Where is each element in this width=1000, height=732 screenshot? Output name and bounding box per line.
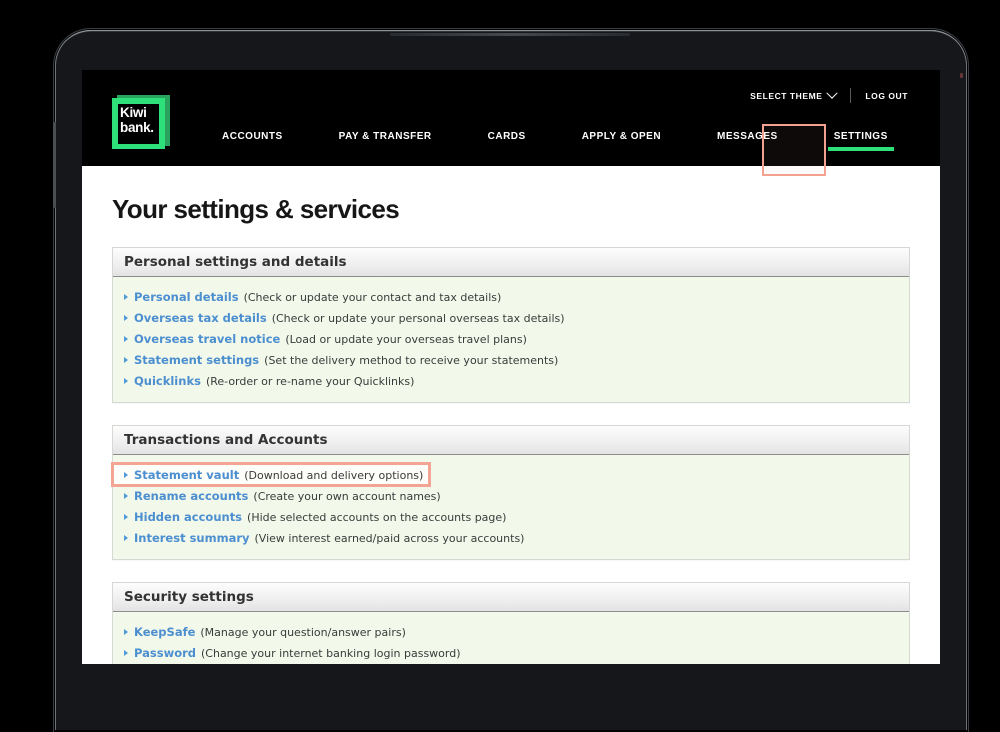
nav-item-apply-open[interactable]: APPLY & OPEN (582, 124, 661, 142)
settings-row[interactable]: Statement settings (Set the delivery meth… (113, 349, 909, 370)
settings-link-description: (Manage your question/answer pairs) (200, 625, 406, 639)
tablet-speaker-grille (390, 33, 630, 36)
log-out-button[interactable]: LOG OUT (851, 91, 922, 101)
panel-body: Personal details (Check or update your co… (113, 277, 909, 402)
bullet-triangle-icon (124, 335, 128, 342)
settings-link[interactable]: Overseas tax details (134, 311, 267, 325)
logo-wordmark: Kiwi bank. (120, 105, 154, 135)
bullet-triangle-icon (124, 314, 128, 321)
bullet-triangle-icon (124, 649, 128, 656)
bullet-triangle-icon (124, 513, 128, 520)
settings-link-description: (Download and delivery options) (244, 468, 424, 482)
nav-item-cards[interactable]: CARDS (488, 124, 526, 142)
chevron-down-icon (826, 87, 839, 99)
settings-link-description: (Hide selected accounts on the accounts … (247, 510, 507, 524)
settings-panel: Personal settings and details Personal de… (112, 247, 910, 403)
settings-panel: Transactions and Accounts Statement vault… (111, 425, 910, 560)
bullet-triangle-icon (124, 471, 128, 478)
panel-body: KeepSafe (Manage your question/answer pai… (113, 612, 909, 664)
header-utility-bar: SELECT THEME LOG OUT (736, 87, 922, 103)
panel-body: Statement vault (Download and delivery op… (111, 455, 909, 559)
settings-row[interactable]: Overseas tax details (Check or update you… (113, 307, 909, 328)
settings-link-description: (Change your internet banking login pass… (201, 646, 461, 660)
settings-row[interactable]: KeepSafe (Manage your question/answer pai… (113, 621, 909, 642)
main-navigation: ACCOUNTS PAY & TRANSFER CARDS APPLY & OP… (222, 124, 932, 166)
settings-link[interactable]: KeepSafe (134, 625, 195, 639)
bullet-triangle-icon (124, 356, 128, 363)
settings-link-description: (Create your own account names) (253, 489, 441, 503)
settings-link[interactable]: Quicklinks (134, 374, 201, 388)
select-theme-button[interactable]: SELECT THEME (736, 87, 850, 101)
log-out-label: LOG OUT (865, 90, 908, 101)
site-header: Kiwi bank. SELECT THEME LOG OUT ACCOUNTS… (82, 70, 940, 166)
settings-link-description: (Check or update your personal overseas … (271, 311, 565, 325)
settings-link[interactable]: Password (134, 646, 196, 660)
settings-link[interactable]: Overseas travel notice (134, 332, 280, 346)
bullet-triangle-icon (124, 377, 128, 384)
nav-item-pay-transfer[interactable]: PAY & TRANSFER (339, 124, 432, 142)
settings-row[interactable]: Password (Change your internet banking lo… (113, 642, 909, 663)
nav-item-accounts[interactable]: ACCOUNTS (222, 124, 283, 142)
settings-row[interactable]: Personal details (Check or update your co… (113, 286, 909, 307)
settings-row[interactable]: Interest summary (View interest earned/pa… (113, 527, 909, 548)
tablet-camera-indicator (960, 73, 963, 78)
settings-link-description: (Set the delivery method to receive your… (264, 353, 559, 367)
kiwibank-logo[interactable]: Kiwi bank. (112, 95, 170, 151)
tablet-side-button[interactable] (53, 122, 56, 208)
select-theme-label: SELECT THEME (750, 90, 823, 101)
settings-panel: Security settings KeepSafe (Manage your qu… (112, 582, 910, 664)
settings-row-highlighted[interactable]: Statement vault (Download and delivery op… (111, 462, 431, 487)
settings-link[interactable]: Statement vault (134, 468, 239, 482)
settings-row[interactable]: Hidden accounts (Hide selected accounts o… (113, 506, 909, 527)
bullet-triangle-icon (124, 293, 128, 300)
bullet-triangle-icon (124, 628, 128, 635)
settings-link[interactable]: Hidden accounts (134, 510, 242, 524)
panel-title: Transactions and Accounts (113, 426, 909, 455)
settings-link-description: (View interest earned/paid across your a… (254, 531, 525, 545)
settings-link[interactable]: Rename accounts (134, 489, 248, 503)
settings-link[interactable]: Interest summary (134, 531, 250, 545)
bullet-triangle-icon (124, 534, 128, 541)
settings-row[interactable]: Rename accounts (Create your own account … (113, 485, 909, 506)
settings-link-description: (Check or update your contact and tax de… (243, 290, 502, 304)
settings-sections: Personal settings and details Personal de… (111, 247, 910, 664)
nav-item-messages[interactable]: MESSAGES (717, 124, 778, 142)
page-title: Your settings & services (112, 194, 400, 224)
browser-screen: Kiwi bank. SELECT THEME LOG OUT ACCOUNTS… (82, 70, 940, 664)
settings-link[interactable]: Statement settings (134, 353, 259, 367)
bullet-triangle-icon (124, 492, 128, 499)
settings-row[interactable]: Quicklinks (Re-order or re-name your Quic… (113, 370, 909, 391)
settings-row[interactable]: Overseas travel notice (Load or update yo… (113, 328, 909, 349)
nav-item-settings[interactable]: SETTINGS (827, 124, 894, 151)
page-body: Your settings & services Personal settin… (82, 166, 940, 664)
settings-link[interactable]: Personal details (134, 290, 239, 304)
panel-title: Personal settings and details (113, 248, 909, 277)
settings-link-description: (Load or update your overseas travel pla… (285, 332, 527, 346)
panel-title: Security settings (113, 583, 909, 612)
settings-link-description: (Re-order or re-name your Quicklinks) (205, 374, 415, 388)
